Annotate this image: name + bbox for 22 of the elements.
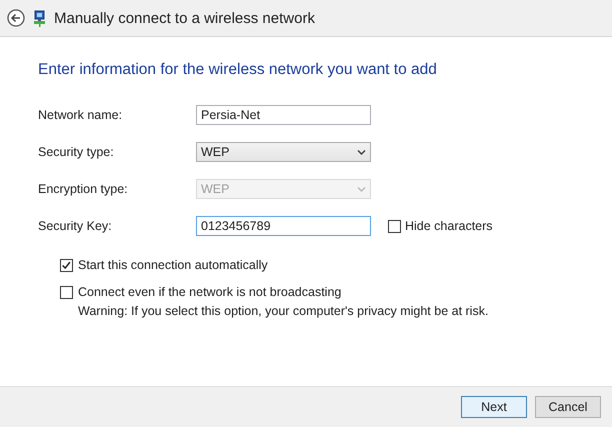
heading: Enter information for the wireless network you want to add	[38, 60, 438, 80]
dropdown[interactable]: WEP	[196, 142, 371, 162]
checkbox[interactable]	[388, 220, 401, 232]
input-field[interactable]: Persia-Net	[196, 105, 371, 125]
checkbox[interactable]	[60, 286, 73, 298]
chevron-down-icon	[357, 149, 366, 155]
field-label: Encryption type:	[38, 182, 129, 196]
checkbox-label[interactable]: Connect even if the network is not broadcasting	[78, 285, 342, 299]
back-button[interactable]	[7, 9, 25, 27]
field-label: Network name:	[38, 108, 124, 122]
checkbox[interactable]	[60, 258, 73, 272]
network-icon	[33, 10, 46, 26]
checkbox-label[interactable]: Hide characters	[405, 219, 493, 233]
input-field[interactable]: 0123456789	[196, 216, 371, 236]
chevron-down-icon	[357, 186, 366, 192]
warning-text: Warning: If you select this option, your computer's privacy might be at risk.	[78, 304, 490, 318]
checkbox-label[interactable]: Start this connection automatically	[78, 258, 268, 272]
dialog-button[interactable]: Next	[461, 396, 527, 418]
field-label: Security type:	[38, 145, 115, 159]
dialog-button[interactable]: Cancel	[535, 396, 601, 418]
window-title: Manually connect to a wireless network	[54, 10, 315, 26]
field-label: Security Key:	[38, 219, 113, 233]
